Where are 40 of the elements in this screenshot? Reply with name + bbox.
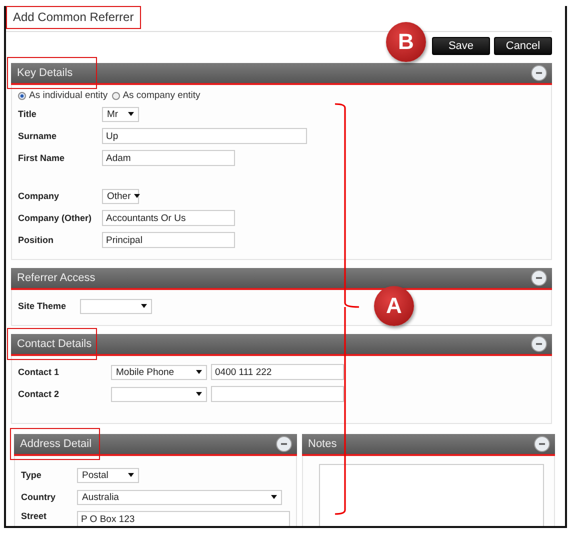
field-label: Street [21, 511, 48, 521]
input-field[interactable]: Accountants Or Us [102, 210, 235, 226]
text-area[interactable]: P O Box 123 [77, 511, 290, 526]
input-field[interactable]: Adam [102, 150, 235, 166]
dropdown[interactable]: Other [102, 188, 139, 204]
action-button[interactable]: Save [432, 37, 490, 55]
field-label: Surname [18, 131, 58, 141]
field-label: Contact 1 [18, 367, 60, 377]
field-label: Site Theme [18, 301, 68, 311]
collapse-icon[interactable] [534, 436, 550, 452]
field-label: Contact 2 [18, 389, 60, 399]
field-label: Title [18, 109, 38, 119]
dropdown[interactable]: Mr [102, 106, 139, 122]
input-field[interactable]: Up [102, 128, 307, 144]
input-field[interactable] [211, 386, 344, 402]
dropdown[interactable]: Postal [77, 468, 139, 482]
page-title: Add Common Referrer [13, 10, 134, 25]
section-title: Address Detail [20, 438, 92, 450]
field-label: Position [18, 235, 54, 245]
collapse-icon[interactable] [531, 336, 547, 352]
section-title: Notes [308, 438, 337, 450]
field-label: First Name [18, 153, 66, 163]
field-label: Company [18, 191, 60, 201]
section-title: Key Details [17, 67, 73, 79]
section-title: Contact Details [17, 338, 92, 350]
input-field[interactable]: Principal [102, 232, 235, 248]
collapse-icon[interactable] [531, 65, 547, 81]
input-field[interactable]: 0400 111 222 [211, 364, 344, 380]
field-label: Type [21, 470, 42, 480]
collapse-icon[interactable] [276, 436, 292, 452]
field-label: Country [21, 492, 56, 502]
field-label: Company (Other) [18, 213, 93, 223]
radio-option[interactable]: As individual entity [18, 90, 108, 101]
section-title: Referrer Access [17, 272, 96, 284]
dropdown[interactable]: Australia [77, 490, 282, 504]
radio-option[interactable]: As company entity [112, 90, 200, 101]
notes-field[interactable] [319, 464, 544, 526]
action-button[interactable]: Cancel [494, 37, 552, 55]
dropdown[interactable]: Mobile Phone [111, 364, 207, 380]
collapse-icon[interactable] [531, 270, 547, 286]
